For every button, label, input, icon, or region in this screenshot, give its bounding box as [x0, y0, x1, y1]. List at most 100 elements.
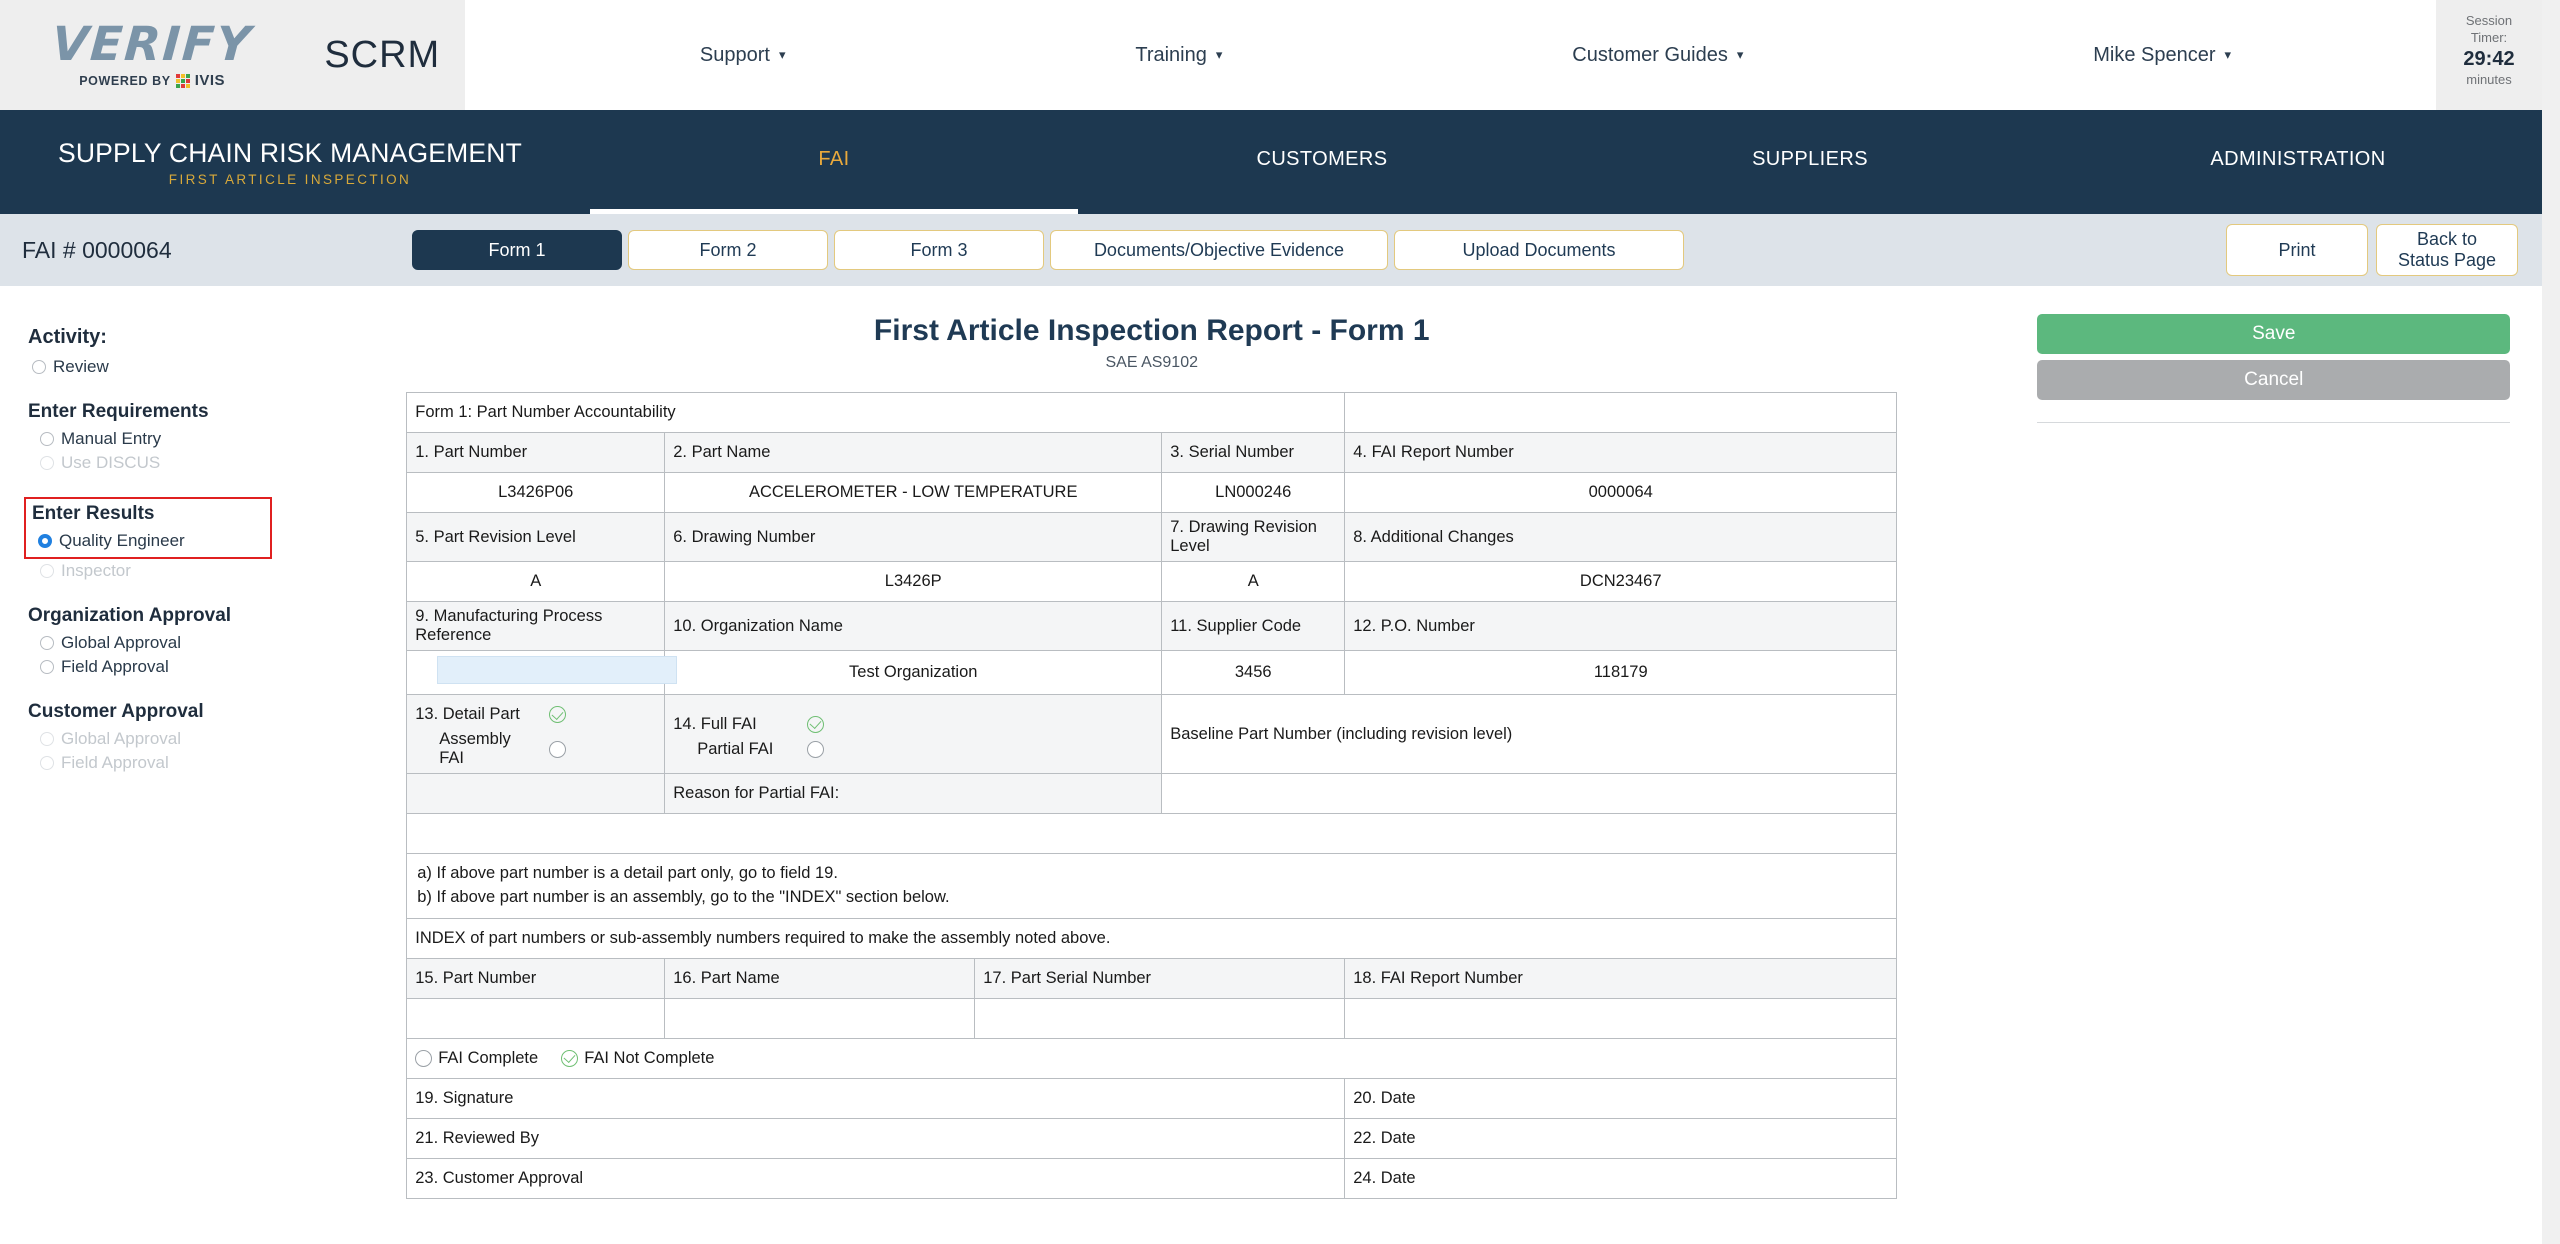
label-fai-report-number: 4. FAI Report Number	[1344, 432, 1898, 473]
primary-nav-bar: SUPPLY CHAIN RISK MANAGEMENT FIRST ARTIC…	[0, 110, 2542, 214]
value-fai-report-number[interactable]: 0000064	[1344, 472, 1898, 513]
value-serial-number[interactable]: LN000246	[1161, 472, 1346, 513]
table-row-values-9-12: Test Organization 3456 118179	[406, 650, 1898, 695]
tab-form-2[interactable]: Form 2	[628, 230, 828, 270]
table-row-index-values	[406, 997, 1898, 1039]
value-additional-changes[interactable]: DCN23467	[1344, 561, 1898, 602]
label-fai-not-complete: FAI Not Complete	[584, 1048, 715, 1067]
cell-notes: a) If above part number is a detail part…	[406, 853, 1898, 919]
label-supplier-code: 11. Supplier Code	[1161, 601, 1346, 651]
value-reason-partial-fai[interactable]	[1161, 773, 1898, 814]
label-reviewed-by[interactable]: 21. Reviewed By	[406, 1117, 1346, 1159]
label-index-fai-report-number: 18. FAI Report Number	[1344, 957, 1898, 999]
label-index-part-number: 15. Part Number	[406, 957, 666, 999]
sidebar-option-quality-engineer[interactable]: Quality Engineer	[26, 529, 264, 553]
partial-fai-row[interactable]: Partial FAI	[673, 740, 1153, 759]
label-customer-approval-date[interactable]: 24. Date	[1344, 1157, 1898, 1199]
option-fai-complete[interactable]: FAI Complete	[415, 1049, 538, 1068]
page-scrollbar[interactable]	[2542, 0, 2560, 1244]
label-signature-date[interactable]: 20. Date	[1344, 1077, 1898, 1119]
verify-logo: VERIFY POWERED BY IVIS	[50, 17, 254, 89]
radio-icon-cust-field-approval	[40, 756, 54, 770]
table-row-fai-completion: FAI Complete FAI Not Complete	[406, 1037, 1898, 1079]
value-drawing-revision-level[interactable]: A	[1161, 561, 1346, 602]
table-row-section-title: Form 1: Part Number Accountability	[406, 392, 1898, 433]
sidebar-label-org-field-approval: Field Approval	[61, 657, 169, 676]
input-manufacturing-process-reference[interactable]	[437, 656, 678, 684]
value-po-number[interactable]: 118179	[1344, 650, 1898, 695]
section-title-cell: Form 1: Part Number Accountability	[406, 392, 1346, 433]
app-abbrev-title: SCRM	[324, 33, 441, 76]
value-part-name[interactable]: ACCELEROMETER - LOW TEMPERATURE	[664, 472, 1163, 513]
cell-detail-part: 13. Detail Part Assembly FAI	[406, 694, 666, 774]
radio-icon-manual-entry[interactable]	[40, 432, 54, 446]
subheader-actions: Print Back to Status Page	[2226, 224, 2518, 276]
radio-icon-review[interactable]	[32, 360, 46, 374]
value-index-fai-report-number[interactable]	[1344, 997, 1898, 1039]
full-fai-row[interactable]: 14. Full FAI	[673, 715, 1153, 734]
partial-fai-mark[interactable]	[785, 740, 845, 758]
value-index-part-number[interactable]	[406, 997, 666, 1039]
detail-part-mark[interactable]	[527, 706, 587, 723]
save-button[interactable]: Save	[2037, 314, 2510, 354]
label-customer-approval[interactable]: 23. Customer Approval	[406, 1157, 1346, 1199]
empty-circle-icon	[548, 740, 566, 758]
value-supplier-code[interactable]: 3456	[1161, 650, 1346, 695]
tab-documents-objective-evidence[interactable]: Documents/Objective Evidence	[1050, 230, 1388, 270]
table-spacer-row	[406, 813, 1898, 854]
nav-tab-suppliers[interactable]: SUPPLIERS	[1566, 110, 2054, 214]
nav-tab-customers[interactable]: CUSTOMERS	[1078, 110, 1566, 214]
top-nav-item-training[interactable]: Training ▾	[1135, 44, 1222, 67]
page-title: First Article Inspection Report - Form 1	[873, 314, 1430, 347]
nav-tab-fai[interactable]: FAI	[590, 110, 1078, 214]
value-organization-name[interactable]: Test Organization	[664, 650, 1163, 695]
radio-icon-org-global-approval[interactable]	[40, 636, 54, 650]
activity-heading: Activity:	[28, 326, 107, 348]
radio-icon-quality-engineer[interactable]	[38, 534, 52, 548]
tab-upload-documents[interactable]: Upload Documents	[1394, 230, 1684, 270]
sidebar-option-cust-global-approval: Global Approval	[28, 727, 298, 751]
print-button[interactable]: Print	[2226, 224, 2368, 276]
top-nav-item-support[interactable]: Support ▾	[700, 44, 786, 67]
label-organization-name: 10. Organization Name	[664, 601, 1163, 651]
sidebar-label-cust-global-approval: Global Approval	[61, 729, 182, 748]
table-row-reviewed-by: 21. Reviewed By 22. Date	[406, 1117, 1898, 1159]
sidebar-option-review[interactable]: Review	[28, 355, 298, 379]
label-drawing-number: 6. Drawing Number	[664, 512, 1163, 562]
session-timer: Session Timer: 29:42 minutes	[2436, 0, 2542, 110]
powered-by-label: POWERED BY	[79, 73, 171, 88]
heading-enter-results: Enter Results	[32, 503, 155, 524]
sidebar-option-org-global-approval[interactable]: Global Approval	[28, 631, 298, 655]
nav-tab-administration[interactable]: ADMINISTRATION	[2054, 110, 2542, 214]
detail-part-row[interactable]: 13. Detail Part	[415, 705, 656, 724]
value-index-part-name[interactable]	[664, 997, 976, 1039]
radio-icon-org-field-approval[interactable]	[40, 660, 54, 674]
top-nav-item-customer-guides[interactable]: Customer Guides ▾	[1572, 44, 1743, 67]
spacer-cell-left	[406, 773, 666, 814]
sidebar-option-use-discus: Use DISCUS	[28, 451, 298, 475]
top-nav-label-support: Support	[699, 43, 770, 66]
label-po-number: 12. P.O. Number	[1344, 601, 1898, 651]
label-fai-complete: FAI Complete	[438, 1048, 539, 1067]
tab-form-1[interactable]: Form 1	[412, 230, 622, 270]
value-part-revision-level[interactable]: A	[406, 561, 666, 602]
top-nav-item-user-menu[interactable]: Mike Spencer ▾	[2093, 44, 2231, 67]
full-fai-mark[interactable]	[785, 715, 845, 733]
sidebar-option-org-field-approval[interactable]: Field Approval	[28, 655, 298, 679]
value-part-number[interactable]: L3426P06	[406, 472, 666, 513]
label-signature[interactable]: 19. Signature	[406, 1077, 1346, 1119]
assembly-fai-mark[interactable]	[527, 740, 587, 758]
cancel-button[interactable]: Cancel	[2037, 360, 2510, 400]
table-row-labels-1-4: 1. Part Number 2. Part Name 3. Serial Nu…	[406, 432, 1898, 473]
back-to-status-page-button[interactable]: Back to Status Page	[2376, 224, 2518, 276]
sidebar-option-manual-entry[interactable]: Manual Entry	[28, 427, 298, 451]
label-drawing-revision-level: 7. Drawing Revision Level	[1161, 512, 1346, 562]
tab-form-3[interactable]: Form 3	[834, 230, 1044, 270]
label-reviewed-by-date[interactable]: 22. Date	[1344, 1117, 1898, 1159]
table-row-signature: 19. Signature 20. Date	[406, 1077, 1898, 1119]
nav-title-main: SUPPLY CHAIN RISK MANAGEMENT	[57, 137, 523, 168]
assembly-fai-row[interactable]: Assembly FAI	[415, 730, 656, 768]
value-index-part-serial-number[interactable]	[974, 997, 1346, 1039]
value-drawing-number[interactable]: L3426P	[664, 561, 1163, 602]
option-fai-not-complete[interactable]: FAI Not Complete	[561, 1049, 714, 1068]
